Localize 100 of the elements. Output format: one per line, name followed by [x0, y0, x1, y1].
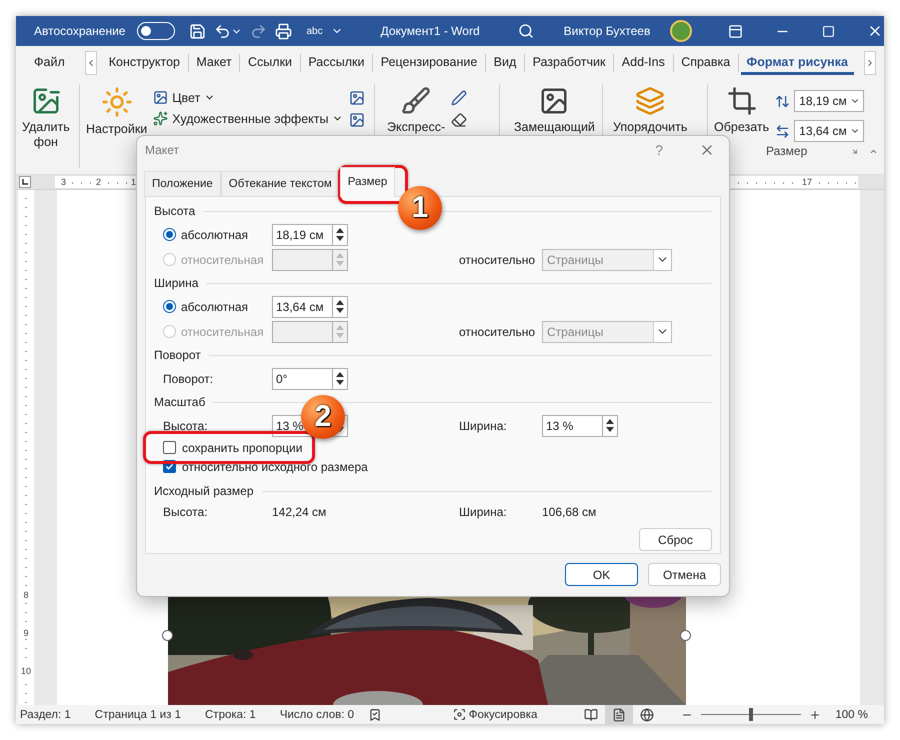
focus-button[interactable]: Фокусировка: [452, 708, 538, 721]
ruler-number: 8: [23, 590, 28, 601]
rotation-field[interactable]: 0°: [272, 368, 332, 390]
brush-icon: [401, 86, 432, 116]
group-label: Размер: [766, 144, 808, 158]
alt-text-button[interactable]: Замещающий: [514, 84, 595, 135]
maximize-icon[interactable]: [822, 24, 836, 38]
option-label: абсолютная: [181, 300, 249, 314]
ribbon-tab[interactable]: Файл: [28, 51, 71, 75]
relative-label: относительно: [459, 324, 536, 338]
picture-icon: [539, 86, 570, 116]
ribbon-tab[interactable]: Вид: [488, 51, 522, 75]
ribbon-tab[interactable]: Рецензирование: [374, 51, 484, 75]
ribbon-display-icon[interactable]: [728, 24, 744, 38]
status-text: Страница 1 из 1: [94, 708, 181, 720]
dialog-tab[interactable]: Положение: [144, 171, 221, 197]
crop-icon: [726, 86, 757, 116]
status-text: Раздел: 1: [20, 708, 71, 720]
crop-button[interactable]: Обрезать: [714, 84, 770, 142]
save-icon[interactable]: [189, 22, 206, 40]
picture-icon[interactable]: [349, 90, 366, 106]
spin-button[interactable]: [332, 368, 348, 390]
ribbon-tab[interactable]: Формат рисунка: [740, 51, 854, 75]
ruler-number: 3: [59, 177, 68, 187]
quick-styles-button[interactable]: Экспресс-: [387, 84, 446, 135]
scale-width-field[interactable]: 13 %: [542, 414, 602, 436]
ribbon-tab[interactable]: Справка: [675, 51, 736, 75]
ribbon-tab[interactable]: Разработчик: [526, 51, 612, 75]
pen-icon[interactable]: [451, 90, 468, 106]
radio-button[interactable]: [163, 300, 176, 313]
status-text: Число слов: 0: [280, 708, 354, 720]
picture-icon[interactable]: [349, 112, 366, 128]
picture-icon: [153, 90, 168, 105]
printer-icon[interactable]: [275, 22, 292, 40]
dialog-tab[interactable]: Обтекание текстом: [220, 171, 340, 197]
width-arrow-icon: [775, 124, 790, 138]
field-label: Высота:: [163, 418, 209, 432]
ruler-number: 2: [94, 177, 104, 187]
resize-handle[interactable]: [680, 630, 691, 641]
spin-button[interactable]: [332, 296, 348, 318]
relative-label: относительно: [459, 252, 536, 266]
field-label: Высота:: [163, 505, 209, 519]
option-label: относительная: [181, 324, 265, 338]
focus-icon: [452, 708, 466, 721]
web-view-icon: [640, 708, 654, 722]
section-title: Поворот: [154, 348, 201, 362]
autosave-toggle[interactable]: [137, 22, 176, 40]
layers-icon: [635, 86, 666, 116]
ribbon-tab[interactable]: Рассылки: [302, 51, 370, 75]
number-field[interactable]: 18,19 см: [272, 224, 332, 246]
height-arrow-icon: [775, 94, 790, 108]
ribbon-tab[interactable]: Add-Ins: [616, 51, 671, 75]
cancel-button[interactable]: Отмена: [648, 563, 721, 586]
sparkles-icon: [153, 111, 168, 126]
section-title: Ширина: [154, 276, 198, 290]
artistic-effects-button[interactable]: Художественные эффекты: [153, 111, 344, 126]
ruler-number: 9: [23, 628, 28, 639]
spelling-label[interactable]: abc: [306, 26, 323, 36]
ribbon-tab[interactable]: Ссылки: [242, 51, 298, 75]
undo-icon[interactable]: [214, 22, 232, 40]
section-title: Исходный размер: [154, 484, 254, 498]
checkbox-label: относительно исходного размера: [182, 460, 368, 474]
field-label: Ширина:: [459, 505, 508, 519]
zoom-thumb[interactable]: [749, 708, 754, 721]
user-name: Виктор Бухтеев: [564, 24, 650, 38]
ribbon-tab[interactable]: Конструктор: [102, 51, 186, 75]
field-label: Поворот:: [163, 372, 214, 386]
shape-height-field[interactable]: 18,19 см: [794, 90, 864, 112]
spin-button[interactable]: [332, 224, 348, 246]
status-text: Строка: 1: [205, 708, 256, 720]
print-view-button[interactable]: [605, 705, 634, 724]
section-title: Высота: [154, 204, 196, 218]
checkbox[interactable]: [163, 441, 176, 454]
window-title: Документ1 - Word: [380, 24, 480, 38]
ruler-number: 17: [800, 177, 814, 187]
number-field[interactable]: 13,64 см: [272, 296, 332, 318]
eraser-icon[interactable]: [451, 112, 468, 128]
reset-button[interactable]: Сброс: [639, 528, 712, 551]
color-button[interactable]: Цвет: [153, 90, 344, 105]
arrange-button[interactable]: Упорядочить: [613, 84, 688, 135]
ok-button[interactable]: OK: [565, 563, 638, 586]
ribbon-tab[interactable]: Макет: [190, 51, 238, 75]
corrections-button[interactable]: Настройки: [86, 84, 148, 137]
zoom-in-icon[interactable]: [809, 708, 822, 720]
shape-width-field[interactable]: 13,64 см: [794, 120, 864, 142]
dialog-title: Макет: [145, 143, 180, 157]
radio-button[interactable]: [163, 228, 176, 241]
print-view-icon: [612, 708, 626, 722]
resize-handle[interactable]: [162, 630, 173, 641]
option-label: абсолютная: [181, 228, 249, 242]
remove-background-button[interactable]: Удалить фон: [22, 84, 70, 150]
spin-button[interactable]: [602, 414, 618, 436]
dialog-tab[interactable]: Размер: [340, 167, 396, 197]
field-value: 106,68 см: [542, 505, 598, 519]
read-view-icon: [584, 708, 598, 722]
redo-icon[interactable]: [250, 22, 268, 40]
option-label: относительная: [181, 252, 265, 266]
search-icon[interactable]: [518, 23, 534, 39]
tab-selector-icon[interactable]: [19, 176, 31, 188]
avatar[interactable]: [670, 20, 692, 42]
